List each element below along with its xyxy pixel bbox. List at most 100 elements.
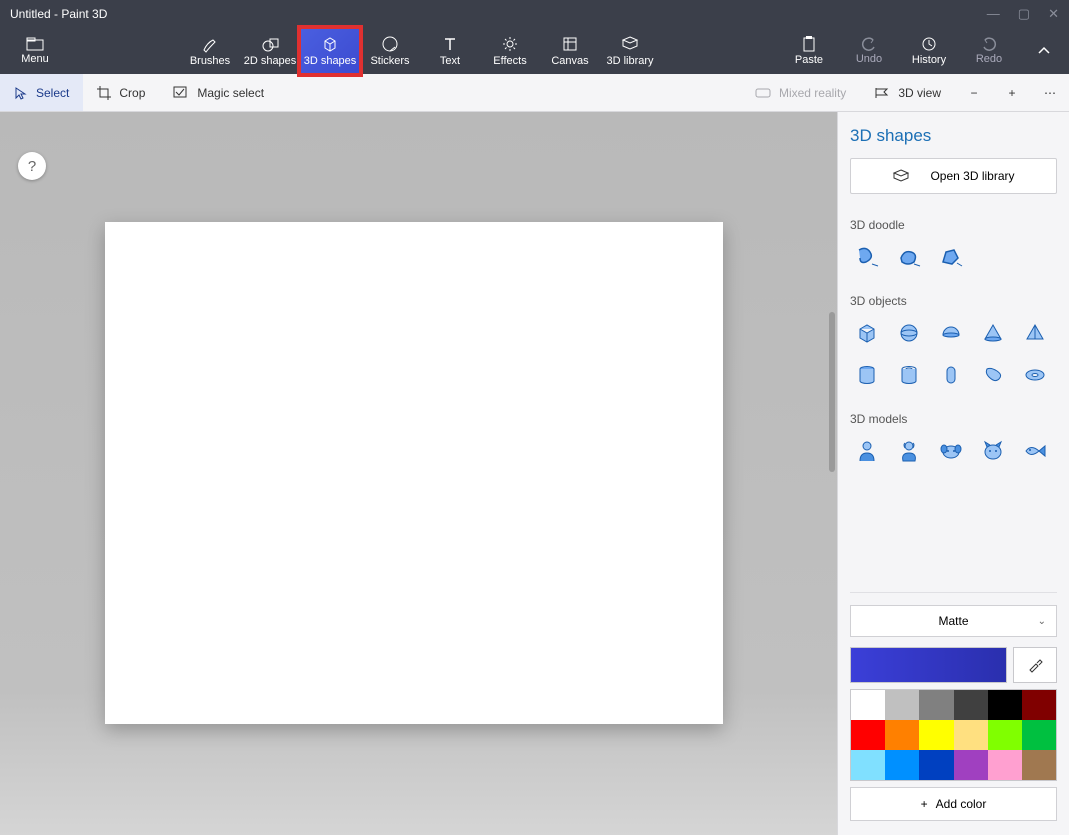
material-label: Matte: [938, 614, 968, 628]
color-swatch[interactable]: [988, 720, 1022, 750]
canvas-icon: [561, 35, 579, 53]
color-row: [850, 647, 1057, 683]
cursor-icon: [14, 86, 28, 100]
doodle-sharp[interactable]: [934, 240, 968, 274]
doodle-section-label: 3D doodle: [850, 218, 1057, 232]
chevron-down-icon: ⌄: [1038, 616, 1046, 627]
maximize-button[interactable]: ▢: [1018, 6, 1030, 22]
ribbon-tool-sticker[interactable]: Stickers: [360, 28, 420, 74]
scrollbar-vertical[interactable]: [829, 312, 835, 472]
redo-button[interactable]: Redo: [959, 28, 1019, 74]
history-label: History: [912, 54, 946, 66]
color-swatch[interactable]: [885, 750, 919, 780]
crop-tool[interactable]: Crop: [83, 74, 159, 111]
doodle-tube[interactable]: [850, 240, 884, 274]
plus-icon: +: [1008, 86, 1015, 100]
color-swatch[interactable]: [851, 750, 885, 780]
color-swatch[interactable]: [919, 750, 953, 780]
history-button[interactable]: History: [899, 28, 959, 74]
select-label: Select: [36, 86, 69, 100]
minimize-button[interactable]: —: [987, 6, 1000, 22]
model-dog[interactable]: [934, 434, 968, 468]
object-tube[interactable]: [892, 358, 926, 392]
mixed-reality-tool: Mixed reality: [741, 86, 860, 100]
view-3d-tool[interactable]: 3D view: [860, 86, 955, 100]
model-woman[interactable]: [892, 434, 926, 468]
paste-button[interactable]: Paste: [779, 28, 839, 74]
color-swatch[interactable]: [954, 690, 988, 720]
add-color-label: Add color: [936, 797, 987, 811]
ribbon-tool-canvas[interactable]: Canvas: [540, 28, 600, 74]
object-cone[interactable]: [976, 316, 1010, 350]
model-man[interactable]: [850, 434, 884, 468]
history-icon: [921, 36, 937, 52]
color-swatch[interactable]: [885, 690, 919, 720]
color-swatch[interactable]: [1022, 750, 1056, 780]
close-button[interactable]: ✕: [1048, 6, 1059, 22]
ribbon-tool-effects[interactable]: Effects: [480, 28, 540, 74]
library-icon: [892, 169, 910, 183]
color-swatch[interactable]: [919, 690, 953, 720]
ribbon-tool-library[interactable]: 3D library: [600, 28, 660, 74]
title-bar: Untitled - Paint 3D — ▢ ✕: [0, 0, 1069, 28]
main-area: ? 3D shapes Open 3D library 3D doodle 3D…: [0, 112, 1069, 835]
canvas[interactable]: [105, 222, 723, 724]
object-hemisphere[interactable]: [934, 316, 968, 350]
object-capsule[interactable]: [934, 358, 968, 392]
ribbon-tool-label: Text: [440, 55, 460, 67]
color-swatch[interactable]: [885, 720, 919, 750]
object-sphere[interactable]: [892, 316, 926, 350]
open-3d-library-button[interactable]: Open 3D library: [850, 158, 1057, 194]
paste-label: Paste: [795, 54, 823, 66]
canvas-area[interactable]: ?: [0, 112, 837, 835]
ribbon-tool-label: 3D shapes: [304, 55, 357, 67]
ribbon-tool-3d[interactable]: 3D shapes: [300, 28, 360, 74]
color-swatch[interactable]: [954, 720, 988, 750]
minus-icon: −: [970, 86, 977, 100]
collapse-ribbon-button[interactable]: [1019, 28, 1069, 74]
more-button[interactable]: ⋯: [1031, 86, 1069, 100]
color-swatch[interactable]: [919, 720, 953, 750]
current-color[interactable]: [850, 647, 1007, 683]
help-button[interactable]: ?: [18, 152, 46, 180]
objects-row: [850, 316, 1057, 392]
undo-button[interactable]: Undo: [839, 28, 899, 74]
color-palette: [850, 689, 1057, 781]
magic-select-tool[interactable]: Magic select: [159, 74, 278, 111]
zoom-out-button[interactable]: −: [955, 86, 993, 100]
object-pyramid[interactable]: [1018, 316, 1052, 350]
ribbon: Menu Brushes2D shapes 3D shapesStickers Te…: [0, 28, 1069, 74]
doodle-row: [850, 240, 1057, 274]
add-color-button[interactable]: + Add color: [850, 787, 1057, 821]
color-swatch[interactable]: [988, 690, 1022, 720]
color-swatch[interactable]: [988, 750, 1022, 780]
ribbon-tool-brush[interactable]: Brushes: [180, 28, 240, 74]
mixed-reality-label: Mixed reality: [779, 86, 846, 100]
ribbon-tool-2d[interactable]: 2D shapes: [240, 28, 300, 74]
ribbon-tool-text[interactable]: Text: [420, 28, 480, 74]
color-swatch[interactable]: [1022, 690, 1056, 720]
eyedropper-button[interactable]: [1013, 647, 1057, 683]
model-cat[interactable]: [976, 434, 1010, 468]
chevron-up-icon: [1037, 44, 1051, 58]
color-swatch[interactable]: [1022, 720, 1056, 750]
object-cylinder[interactable]: [850, 358, 884, 392]
select-tool[interactable]: Select: [0, 74, 83, 111]
model-fish[interactable]: [1018, 434, 1052, 468]
color-swatch[interactable]: [851, 720, 885, 750]
question-icon: ?: [28, 158, 36, 175]
side-panel: 3D shapes Open 3D library 3D doodle 3D o…: [837, 112, 1069, 835]
object-cube[interactable]: [850, 316, 884, 350]
object-torus[interactable]: [1018, 358, 1052, 392]
menu-button[interactable]: Menu: [0, 28, 70, 74]
zoom-in-button[interactable]: +: [993, 86, 1031, 100]
brush-icon: [201, 35, 219, 53]
object-curved[interactable]: [976, 358, 1010, 392]
text-icon: [441, 35, 459, 53]
material-select[interactable]: Matte ⌄: [850, 605, 1057, 637]
color-swatch[interactable]: [851, 690, 885, 720]
doodle-soft[interactable]: [892, 240, 926, 274]
color-swatch[interactable]: [954, 750, 988, 780]
ellipsis-icon: ⋯: [1044, 86, 1056, 100]
panel-title: 3D shapes: [850, 126, 1057, 146]
